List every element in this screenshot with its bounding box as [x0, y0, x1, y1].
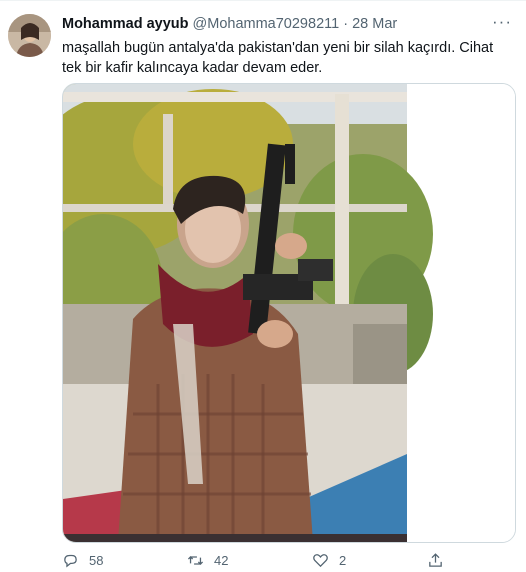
photo-image	[63, 84, 515, 542]
author-handle[interactable]: @Mohamma70298211	[193, 16, 340, 32]
tweet-photo[interactable]	[62, 83, 516, 543]
tweet-card[interactable]: Mohammad ayyub @Mohamma70298211 · 28 Mar…	[0, 0, 526, 569]
retweet-button[interactable]: 42	[187, 552, 228, 569]
retweet-count: 42	[214, 553, 229, 568]
share-icon	[429, 553, 442, 567]
reply-icon	[64, 554, 77, 568]
reply-count: 58	[89, 553, 104, 568]
retweet-icon	[187, 556, 204, 565]
heart-icon	[313, 554, 328, 568]
like-button[interactable]: 2	[312, 552, 346, 569]
share-button[interactable]	[427, 552, 444, 569]
tweet-text: maşallah bugün antalya'da pakistan'dan y…	[62, 40, 494, 76]
author-name[interactable]: Mohammad ayyub	[62, 16, 189, 32]
separator-dot: ·	[343, 16, 349, 32]
like-count: 2	[339, 553, 347, 568]
more-options-icon[interactable]: ···	[492, 12, 512, 32]
reply-button[interactable]: 58	[62, 552, 103, 569]
tweet-date[interactable]: 28 Mar	[352, 16, 397, 32]
tweet-actions: 58 42 2	[62, 552, 462, 572]
tweet-header: Mohammad ayyub @Mohamma70298211 · 28 Mar	[62, 16, 397, 32]
avatar[interactable]	[8, 14, 51, 57]
